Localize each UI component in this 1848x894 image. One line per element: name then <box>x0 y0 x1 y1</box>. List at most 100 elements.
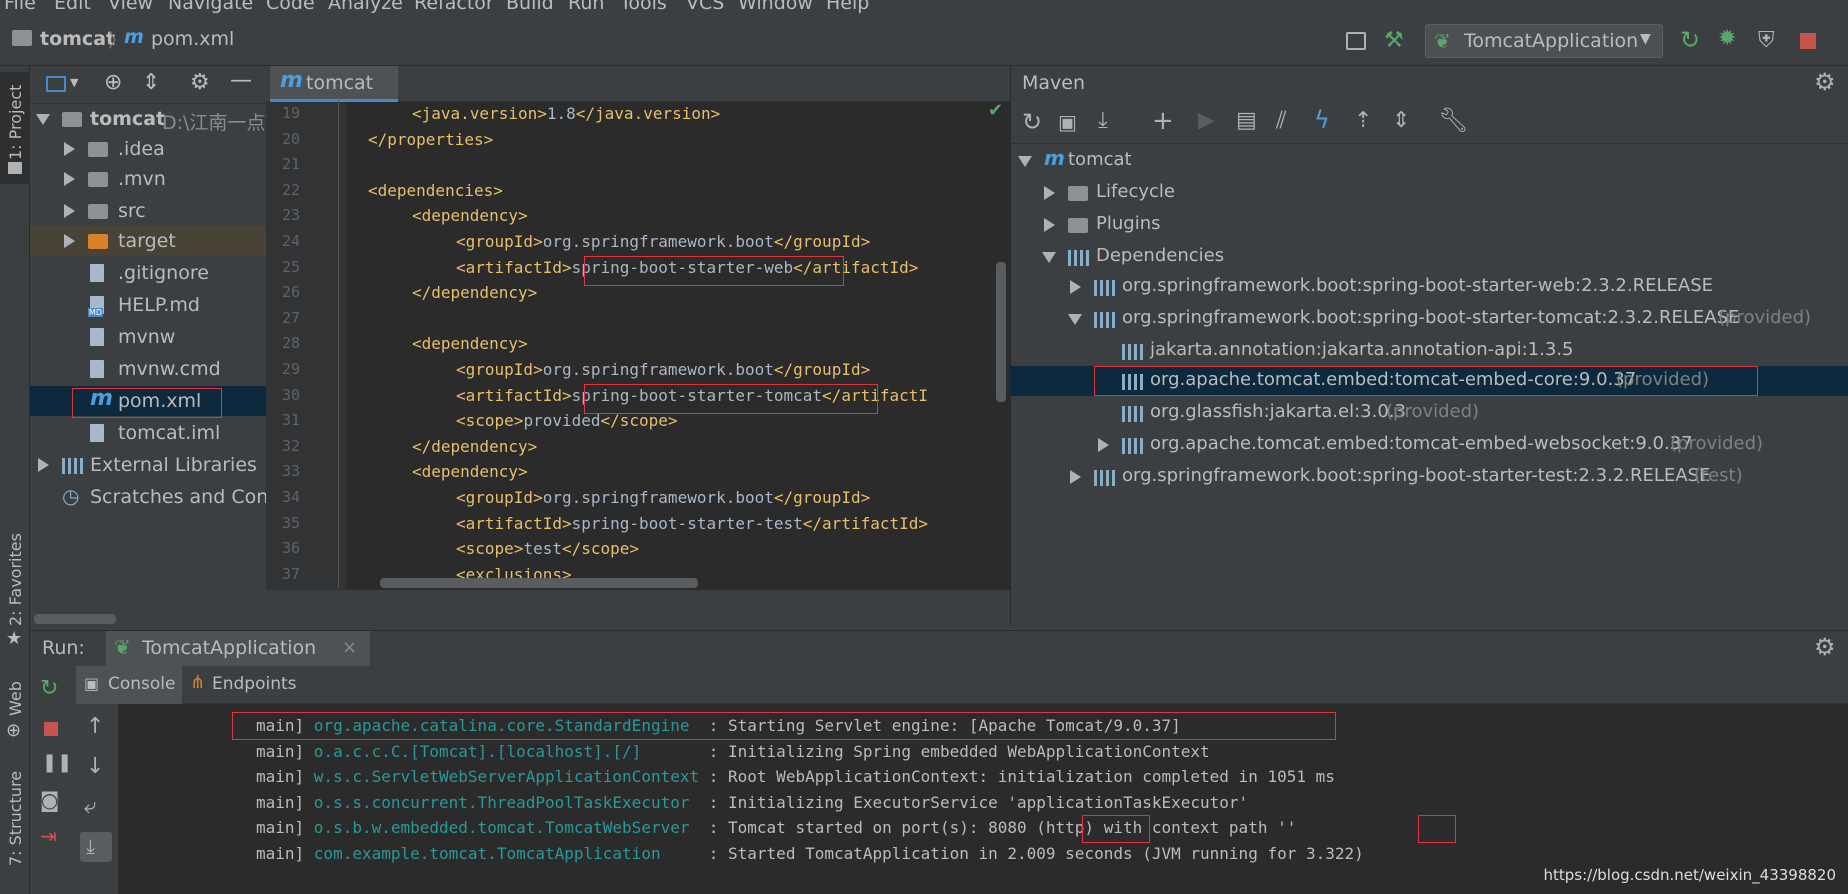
arrow-up-icon[interactable]: ↑ <box>86 714 104 739</box>
soft-wrap-icon[interactable]: ⤶ <box>84 794 96 819</box>
close-icon[interactable]: × <box>342 637 357 658</box>
scroll-to-end-toggle[interactable]: ⤓ <box>80 832 112 862</box>
project-view-icon[interactable] <box>46 76 66 92</box>
tree-item-target[interactable]: target <box>30 226 266 256</box>
dependency-row[interactable]: org.apache.tomcat.embed:tomcat-embed-web… <box>1010 430 1848 460</box>
tree-item-src[interactable]: src <box>30 196 266 226</box>
tool-tab-structure[interactable]: 7: Structure <box>6 771 25 866</box>
dependency-scope: (test) <box>1694 465 1743 486</box>
dependency-row[interactable]: org.springframework.boot:spring-boot-sta… <box>1010 462 1848 492</box>
tree-item-gitignore[interactable]: .gitignore <box>30 258 266 288</box>
stop-icon[interactable] <box>44 722 58 736</box>
run-configuration-select[interactable]: ❦ TomcatApplication ▼ <box>1425 24 1663 58</box>
tree-item-scratches[interactable]: ◷ Scratches and Consoles <box>30 482 266 512</box>
expand-right-icon[interactable] <box>64 142 75 156</box>
tree-item-mvn[interactable]: .mvn <box>30 164 266 194</box>
rerun-icon[interactable]: ↻ <box>1680 26 1700 54</box>
execute-goal-icon[interactable]: ▤ <box>1236 108 1257 133</box>
collapse-all-icon[interactable]: ⇕ <box>142 70 160 95</box>
skip-tests-icon[interactable]: ϟ <box>1314 106 1330 134</box>
expand-right-icon[interactable] <box>38 458 49 472</box>
maven-dependencies[interactable]: Dependencies <box>1010 242 1848 272</box>
menu-edit[interactable]: Edit <box>54 0 91 14</box>
collapse-all-icon[interactable]: ⇕ <box>1392 108 1410 133</box>
maven-lifecycle[interactable]: Lifecycle <box>1010 178 1848 208</box>
menu-navigate[interactable]: Navigate <box>168 0 253 14</box>
download-icon[interactable]: ⤓ <box>1098 108 1108 133</box>
menu-file[interactable]: File <box>4 0 36 14</box>
dependency-row[interactable]: org.springframework.boot:spring-boot-sta… <box>1010 304 1848 334</box>
menu-help[interactable]: Help <box>826 0 869 14</box>
chevron-down-icon[interactable]: ▼ <box>70 76 78 89</box>
expand-down-icon[interactable] <box>1042 252 1056 263</box>
tree-item-tomcat-iml[interactable]: tomcat.iml <box>30 418 266 448</box>
stop-icon[interactable] <box>1800 33 1816 49</box>
menu-code[interactable]: Code <box>266 0 315 14</box>
tree-root-tomcat[interactable]: tomcat D:\江南一点\ <box>30 104 266 134</box>
wrench-icon[interactable]: 🔧︎ <box>1438 106 1468 134</box>
toggle-offline-icon[interactable]: ⫽ <box>1276 106 1287 134</box>
expand-right-icon[interactable] <box>64 234 75 248</box>
dependency-row[interactable]: org.springframework.boot:spring-boot-sta… <box>1010 272 1848 302</box>
menu-vcs[interactable]: VCS <box>686 0 724 14</box>
dependency-row[interactable]: jakarta.annotation:jakarta.annotation-ap… <box>1010 336 1848 366</box>
locate-target-icon[interactable]: ⊕ <box>104 70 122 95</box>
maven-root[interactable]: m tomcat <box>1010 146 1848 176</box>
endpoints-tab[interactable]: ⋔ Endpoints <box>184 666 304 704</box>
expand-right-icon[interactable] <box>64 172 75 186</box>
breadcrumb-file[interactable]: pom.xml <box>151 28 234 50</box>
gear-icon[interactable]: ⚙ <box>1814 633 1836 661</box>
editor-tab-tomcat[interactable]: m tomcat <box>270 66 398 102</box>
menu-tools[interactable]: Tools <box>620 0 667 14</box>
expand-down-icon[interactable] <box>36 114 50 125</box>
expand-right-icon[interactable] <box>1044 186 1055 200</box>
camera-icon[interactable]: ◙ <box>40 788 59 812</box>
rerun-icon[interactable]: ↻ <box>40 676 58 701</box>
debug-bug-icon[interactable]: ✹ <box>1718 26 1736 51</box>
reimport-folder-icon[interactable]: ▣ <box>1058 110 1077 134</box>
gear-icon[interactable]: ⚙ <box>190 70 210 95</box>
run-icon[interactable]: ▶ <box>1198 108 1215 133</box>
tree-item-help-md[interactable]: MD HELP.md <box>30 290 266 320</box>
menu-analyze[interactable]: Analyze <box>328 0 403 14</box>
add-icon[interactable]: + <box>1152 106 1174 136</box>
tree-item-mvnw[interactable]: mvnw <box>30 322 266 352</box>
gear-icon[interactable]: ⚙ <box>1814 68 1836 96</box>
run-tab-tomcat-application[interactable]: ❦ TomcatApplication × <box>106 631 370 667</box>
arrow-down-icon[interactable]: ↓ <box>86 754 104 779</box>
expand-right-icon[interactable] <box>64 204 75 218</box>
menu-view[interactable]: View <box>108 0 153 14</box>
terminal-icon[interactable] <box>1346 32 1366 50</box>
tree-item-idea[interactable]: .idea <box>30 134 266 164</box>
exit-icon[interactable]: ⇥ <box>40 824 57 848</box>
menu-refactor[interactable]: Refactor <box>414 0 494 14</box>
menu-window[interactable]: Window <box>738 0 813 14</box>
breadcrumb-project[interactable]: tomcat <box>40 28 115 50</box>
editor-hscrollbar[interactable] <box>380 578 698 588</box>
tree-item-external-libraries[interactable]: External Libraries <box>30 450 266 480</box>
expand-right-icon[interactable] <box>1070 280 1081 294</box>
expand-down-icon[interactable] <box>1018 156 1032 167</box>
build-hammer-icon[interactable]: ⚒ <box>1384 28 1404 53</box>
maven-plugins[interactable]: Plugins <box>1010 210 1848 240</box>
tool-tab-favorites[interactable]: 2: Favorites <box>6 533 25 626</box>
minimize-icon[interactable]: — <box>230 68 252 93</box>
project-hscrollbar[interactable] <box>34 614 116 624</box>
pause-icon[interactable]: ❚❚ <box>42 752 72 773</box>
tree-item-mvnw-cmd[interactable]: mvnw.cmd <box>30 354 266 384</box>
dependency-row[interactable]: org.glassfish:jakarta.el:3.0.3 (provided… <box>1010 398 1848 428</box>
console-tab[interactable]: ▣ Console <box>76 666 182 704</box>
menu-build[interactable]: Build <box>506 0 554 14</box>
expand-right-icon[interactable] <box>1098 438 1109 452</box>
tool-tab-project[interactable]: 1: Project <box>6 85 25 160</box>
reload-icon[interactable]: ↻ <box>1022 108 1042 136</box>
menu-run[interactable]: Run <box>568 0 604 14</box>
tree-item-label: tomcat.iml <box>118 422 221 444</box>
editor-vscrollbar[interactable] <box>996 262 1006 402</box>
show-dependencies-icon[interactable]: ⇡ <box>1354 108 1372 133</box>
tool-tab-web[interactable]: Web <box>6 681 25 716</box>
expand-right-icon[interactable] <box>1044 218 1055 232</box>
expand-down-icon[interactable] <box>1068 314 1082 325</box>
expand-right-icon[interactable] <box>1070 470 1081 484</box>
coverage-shield-icon[interactable]: ⛨ <box>1758 28 1775 53</box>
